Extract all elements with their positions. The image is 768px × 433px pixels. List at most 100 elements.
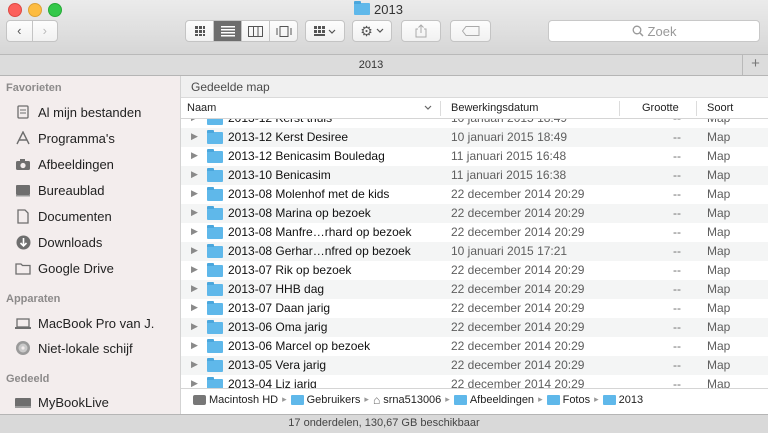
close-window-button[interactable] [8, 3, 22, 17]
window-title-text: 2013 [374, 1, 403, 17]
column-header-name[interactable]: Naam [187, 102, 216, 114]
path-separator-icon: ▸ [538, 394, 543, 404]
file-kind: Map [707, 301, 731, 315]
columns-icon [248, 25, 263, 37]
table-row[interactable]: ▶ 2013-08 Manfre…rhard op bezoek 22 decemb… [181, 223, 768, 242]
table-row[interactable]: ▶ 2013-04 Liz jarig 22 december 2014 20:29… [181, 375, 768, 388]
table-row[interactable]: ▶ 2013-05 Vera jarig 22 december 2014 20:2… [181, 356, 768, 375]
cover-flow-button[interactable] [270, 21, 297, 41]
table-row[interactable]: ▶ 2013-07 Rik op bezoek 22 december 2014 2… [181, 261, 768, 280]
file-name: 2013-10 Benicasim [228, 168, 331, 182]
file-list-pane: Gedeelde map Naam Bewerkingsdatum Groott… [181, 76, 768, 414]
column-view-button[interactable] [242, 21, 270, 41]
back-button[interactable]: ‹ [7, 21, 33, 41]
file-size: -- [673, 119, 681, 125]
fullscreen-window-button[interactable] [48, 3, 62, 17]
file-name: 2013-08 Molenhof met de kids [228, 187, 390, 201]
tags-button[interactable] [450, 20, 491, 42]
sidebar-item-remote-disc[interactable]: Niet-lokale schijf [14, 337, 133, 359]
sidebar-item-desktop[interactable]: Bureaublad [14, 179, 105, 201]
table-row[interactable]: ▶ 2013-12 Kerst Desiree 10 januari 2015 18… [181, 128, 768, 147]
modified-date: 22 december 2014 20:29 [451, 358, 585, 372]
table-row[interactable]: ▶ 2013-12 Kerst thuis 10 januari 2015 18:4… [181, 119, 768, 128]
disclosure-triangle-icon[interactable]: ▶ [191, 226, 198, 237]
table-row[interactable]: ▶ 2013-08 Marina op bezoek 22 december 201… [181, 204, 768, 223]
path-item[interactable]: Fotos [563, 394, 591, 406]
sidebar-item-applications[interactable]: Programma's [14, 127, 115, 149]
search-input[interactable]: Zoek [548, 20, 760, 42]
table-row[interactable]: ▶ 2013-12 Benicasim Bouledag 11 januari 20… [181, 147, 768, 166]
sidebar-item-all-files[interactable]: Al mijn bestanden [14, 101, 141, 123]
table-row[interactable]: ▶ 2013-10 Benicasim 11 januari 2015 16:38 -… [181, 166, 768, 185]
server-icon [14, 394, 32, 410]
table-row[interactable]: ▶ 2013-08 Gerhar…nfred op bezoek 10 januar… [181, 242, 768, 261]
list-icon [220, 25, 235, 36]
sidebar-item-mybooklive[interactable]: MyBookLive [14, 391, 109, 413]
sidebar-item-documents[interactable]: Documenten [14, 205, 112, 227]
disclosure-triangle-icon[interactable]: ▶ [191, 378, 198, 388]
table-row[interactable]: ▶ 2013-08 Molenhof met de kids 22 december… [181, 185, 768, 204]
disclosure-triangle-icon[interactable]: ▶ [191, 340, 198, 351]
file-kind: Map [707, 282, 731, 296]
path-item[interactable]: Gebruikers [307, 394, 361, 406]
path-item[interactable]: Macintosh HD [209, 394, 278, 406]
path-separator-icon: ▸ [594, 394, 599, 404]
disclosure-triangle-icon[interactable]: ▶ [191, 131, 198, 142]
disclosure-triangle-icon[interactable]: ▶ [191, 359, 198, 370]
download-icon [14, 234, 32, 250]
path-separator-icon: ▸ [364, 394, 369, 404]
all-files-icon [14, 104, 32, 120]
new-tab-button[interactable]: + [742, 55, 768, 75]
tab-2013[interactable]: 2013 [0, 55, 742, 75]
path-item[interactable]: 2013 [619, 394, 643, 406]
column-separator[interactable] [440, 101, 441, 116]
sidebar-item-macbook[interactable]: MacBook Pro van J. [14, 312, 154, 334]
modified-date: 22 december 2014 20:29 [451, 263, 585, 277]
sidebar-item-google-drive[interactable]: Google Drive [14, 257, 114, 279]
file-size: -- [673, 282, 681, 296]
minimize-window-button[interactable] [28, 3, 42, 17]
list-view-button[interactable] [214, 21, 242, 41]
table-row[interactable]: ▶ 2013-06 Oma jarig 22 december 2014 20:29… [181, 318, 768, 337]
disclosure-triangle-icon[interactable]: ▶ [191, 119, 198, 123]
disclosure-triangle-icon[interactable]: ▶ [191, 283, 198, 294]
icon-view-button[interactable] [186, 21, 214, 41]
action-button[interactable]: ⚙ [352, 20, 392, 42]
file-size: -- [673, 225, 681, 239]
table-row[interactable]: ▶ 2013-06 Marcel op bezoek 22 december 201… [181, 337, 768, 356]
sidebar-item-pictures[interactable]: Afbeeldingen [14, 153, 114, 175]
column-header-size[interactable]: Grootte [642, 102, 679, 114]
file-kind: Map [707, 244, 731, 258]
disclosure-triangle-icon[interactable]: ▶ [191, 302, 198, 313]
sidebar-item-downloads[interactable]: Downloads [14, 231, 102, 253]
disclosure-triangle-icon[interactable]: ▶ [191, 321, 198, 332]
file-kind: Map [707, 377, 731, 388]
sidebar-item-label: Bureaublad [38, 182, 105, 198]
disclosure-triangle-icon[interactable]: ▶ [191, 207, 198, 218]
disclosure-triangle-icon[interactable]: ▶ [191, 245, 198, 256]
column-header-row: Naam Bewerkingsdatum Grootte Soort [181, 99, 768, 119]
arrange-button[interactable] [305, 20, 345, 42]
table-row[interactable]: ▶ 2013-07 Daan jarig 22 december 2014 20:2… [181, 299, 768, 318]
share-button[interactable] [401, 20, 441, 42]
tag-icon [461, 26, 479, 36]
column-separator[interactable] [696, 101, 697, 116]
column-header-date[interactable]: Bewerkingsdatum [451, 102, 538, 114]
column-separator[interactable] [619, 101, 620, 116]
disclosure-triangle-icon[interactable]: ▶ [191, 150, 198, 161]
table-row[interactable]: ▶ 2013-07 HHB dag 22 december 2014 20:29 --… [181, 280, 768, 299]
column-header-kind[interactable]: Soort [707, 102, 733, 114]
disclosure-triangle-icon[interactable]: ▶ [191, 188, 198, 199]
path-item[interactable]: srna513006 [383, 394, 441, 406]
modified-date: 22 december 2014 20:29 [451, 187, 585, 201]
folder-icon [207, 377, 223, 388]
path-item[interactable]: Afbeeldingen [470, 394, 534, 406]
disclosure-triangle-icon[interactable]: ▶ [191, 264, 198, 275]
folder-icon [207, 244, 223, 258]
file-kind: Map [707, 149, 731, 163]
file-kind: Map [707, 358, 731, 372]
folder-icon [207, 225, 223, 239]
hard-disk-icon [193, 394, 206, 405]
forward-button[interactable]: › [33, 21, 58, 41]
disclosure-triangle-icon[interactable]: ▶ [191, 169, 198, 180]
